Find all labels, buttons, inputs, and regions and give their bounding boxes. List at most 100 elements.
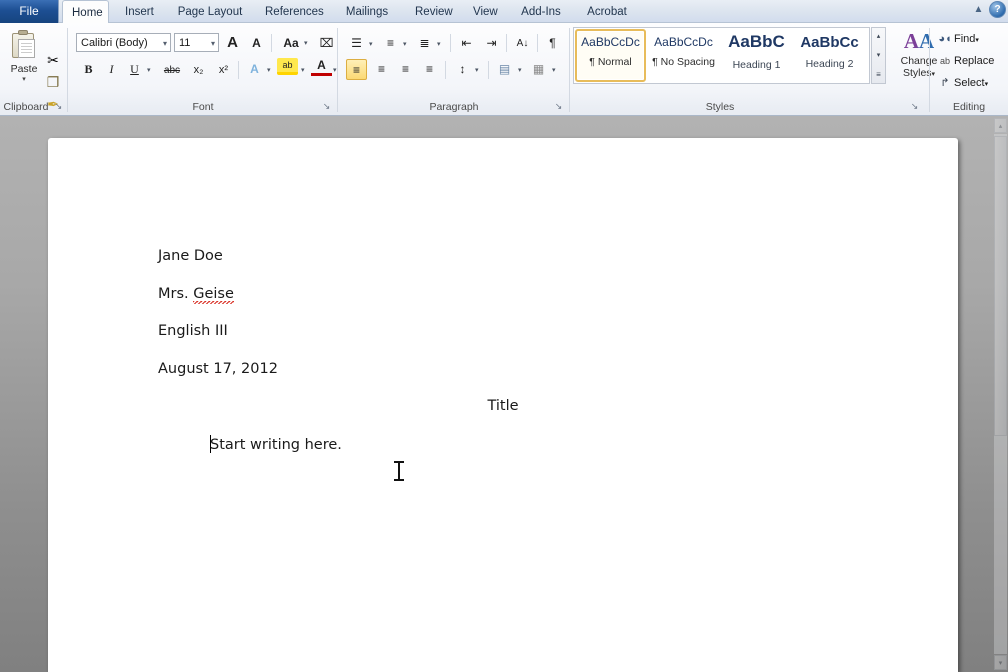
shrink-font-button[interactable]: A bbox=[246, 33, 267, 54]
tab-review[interactable]: Review bbox=[406, 0, 458, 23]
sort-button[interactable]: A↓ bbox=[512, 33, 533, 54]
italic-button[interactable]: I bbox=[101, 59, 122, 80]
highlight-color-button[interactable]: ab bbox=[277, 58, 298, 75]
font-dialog-launcher[interactable]: ↘ bbox=[321, 101, 332, 112]
shading-button[interactable]: ▤ bbox=[494, 59, 515, 80]
vertical-scrollbar[interactable]: ▴ ▾ bbox=[994, 118, 1007, 670]
underline-button[interactable]: U bbox=[124, 59, 145, 80]
style-normal-sample: AaBbCcDc bbox=[581, 35, 640, 49]
scroll-up-arrow[interactable]: ▴ bbox=[994, 118, 1007, 133]
style-heading-2[interactable]: AaBbCc Heading 2 bbox=[794, 29, 865, 82]
highlight-dropdown-arrow[interactable]: ▾ bbox=[301, 66, 305, 74]
styles-gallery-scroll[interactable]: ▴ ▾ ≡ bbox=[871, 27, 886, 84]
bold-icon: B bbox=[84, 62, 93, 76]
align-right-button[interactable]: ≡ bbox=[395, 59, 416, 80]
justify-button[interactable]: ≡ bbox=[419, 59, 440, 80]
style-heading-1-sample: AaBbC bbox=[728, 32, 785, 51]
tab-file[interactable]: File bbox=[0, 0, 59, 23]
align-left-button[interactable]: ≡ bbox=[346, 59, 367, 80]
group-label-font: Font bbox=[192, 101, 214, 113]
multilevel-list-button[interactable]: ≣ bbox=[414, 33, 435, 54]
styles-dialog-launcher[interactable]: ↘ bbox=[909, 101, 920, 112]
strikethrough-button[interactable]: abc bbox=[157, 60, 187, 81]
tab-home[interactable]: Home bbox=[62, 0, 109, 24]
replace-button[interactable]: ab Replace bbox=[936, 51, 994, 71]
style-no-spacing-sample: AaBbCcDc bbox=[654, 35, 713, 49]
change-case-dropdown-arrow[interactable]: ▾ bbox=[304, 39, 308, 47]
styles-more-button[interactable]: ≡ bbox=[872, 66, 885, 84]
align-center-button[interactable]: ≡ bbox=[371, 59, 392, 80]
bold-button[interactable]: B bbox=[78, 59, 99, 80]
multilevel-list-icon: ≣ bbox=[419, 36, 430, 50]
tab-mailings[interactable]: Mailings bbox=[336, 0, 398, 23]
numbering-dropdown-arrow[interactable]: ▾ bbox=[403, 40, 407, 48]
doc-line-date: August 17, 2012 bbox=[158, 361, 278, 377]
subscript-button[interactable]: x₂ bbox=[188, 60, 209, 81]
text-effects-dropdown-arrow[interactable]: ▾ bbox=[267, 66, 271, 74]
align-right-icon: ≡ bbox=[401, 62, 409, 76]
text-effects-button[interactable]: A bbox=[244, 59, 265, 80]
font-size-combo[interactable]: 11 ▾ bbox=[174, 33, 219, 52]
replace-icon: ab bbox=[939, 56, 950, 66]
style-no-spacing[interactable]: AaBbCcDc ¶ No Spacing bbox=[648, 29, 719, 82]
chevron-down-icon[interactable]: ▾ bbox=[211, 34, 215, 53]
align-left-icon: ≡ bbox=[352, 63, 360, 77]
tab-acrobat[interactable]: Acrobat bbox=[578, 0, 636, 23]
help-question-icon[interactable]: ? bbox=[989, 1, 1006, 18]
clipboard-dialog-launcher[interactable]: ↘ bbox=[53, 101, 64, 112]
cut-button[interactable]: ✂ bbox=[42, 49, 64, 71]
tab-references[interactable]: References bbox=[256, 0, 328, 23]
styles-gallery[interactable]: AaBbCcDc ¶ Normal AaBbCcDc ¶ No Spacing … bbox=[573, 27, 870, 84]
shading-dropdown-arrow[interactable]: ▾ bbox=[518, 66, 522, 74]
find-dropdown-arrow[interactable]: ▾ bbox=[975, 37, 979, 44]
chevron-down-icon[interactable]: ▾ bbox=[163, 34, 167, 53]
borders-button[interactable]: ▦ bbox=[528, 59, 549, 80]
numbering-button[interactable]: ≡ bbox=[380, 33, 401, 54]
line-spacing-button[interactable]: ↕ bbox=[452, 59, 473, 80]
show-formatting-marks-button[interactable]: ¶ bbox=[542, 33, 563, 54]
tab-insert[interactable]: Insert bbox=[116, 0, 162, 23]
increase-indent-button[interactable]: ⇥ bbox=[481, 33, 502, 54]
underline-dropdown-arrow[interactable]: ▾ bbox=[147, 66, 151, 74]
tab-view[interactable]: View bbox=[464, 0, 506, 23]
font-name-value: Calibri (Body) bbox=[81, 37, 148, 49]
paste-button[interactable]: Paste ▾ bbox=[5, 27, 43, 99]
multilevel-dropdown-arrow[interactable]: ▾ bbox=[437, 40, 441, 48]
change-case-button[interactable]: Aa bbox=[276, 33, 306, 54]
tab-page-layout[interactable]: Page Layout bbox=[168, 0, 252, 23]
font-name-combo[interactable]: Calibri (Body) ▾ bbox=[76, 33, 171, 52]
paste-dropdown-arrow[interactable]: ▾ bbox=[5, 75, 43, 83]
copy-button[interactable]: ❐ bbox=[42, 71, 64, 93]
italic-icon: I bbox=[109, 62, 114, 76]
select-button[interactable]: ↱ Select▾ bbox=[936, 73, 988, 93]
line-spacing-dropdown-arrow[interactable]: ▾ bbox=[475, 66, 479, 74]
style-heading-1[interactable]: AaBbC Heading 1 bbox=[721, 29, 792, 82]
style-normal[interactable]: AaBbCcDc ¶ Normal bbox=[575, 29, 646, 82]
clear-formatting-button[interactable]: ⌧ bbox=[316, 33, 337, 54]
select-label: Select bbox=[954, 77, 985, 89]
style-heading-1-label: Heading 1 bbox=[732, 59, 781, 71]
decrease-indent-button[interactable]: ⇤ bbox=[456, 33, 477, 54]
doc-line-course: English III bbox=[158, 323, 228, 339]
font-color-button[interactable]: A bbox=[311, 58, 332, 76]
tab-add-ins[interactable]: Add-Ins bbox=[512, 0, 570, 23]
styles-scroll-up-arrow[interactable]: ▴ bbox=[872, 28, 885, 46]
find-button[interactable]: ◕◖ Find▾ bbox=[936, 29, 979, 49]
select-dropdown-arrow[interactable]: ▾ bbox=[985, 81, 989, 88]
scrollbar-thumb[interactable] bbox=[994, 136, 1007, 436]
scroll-down-arrow[interactable]: ▾ bbox=[994, 655, 1007, 670]
copy-icon: ❐ bbox=[46, 74, 60, 90]
document-page[interactable]: Jane Doe Mrs. Geise English III August 1… bbox=[48, 138, 958, 672]
text-caret bbox=[210, 435, 211, 453]
borders-icon: ▦ bbox=[532, 62, 545, 76]
binoculars-icon: ◕◖ bbox=[938, 33, 952, 45]
bullets-dropdown-arrow[interactable]: ▾ bbox=[369, 40, 373, 48]
borders-dropdown-arrow[interactable]: ▾ bbox=[552, 66, 556, 74]
grow-font-button[interactable]: A bbox=[222, 32, 243, 53]
chevron-up-icon[interactable]: ▲ bbox=[971, 2, 986, 17]
font-color-dropdown-arrow[interactable]: ▾ bbox=[333, 66, 337, 74]
superscript-button[interactable]: x² bbox=[213, 60, 234, 81]
bullets-button[interactable]: ☰ bbox=[346, 33, 367, 54]
styles-scroll-down-arrow[interactable]: ▾ bbox=[872, 47, 885, 65]
group-label-paragraph: Paragraph bbox=[429, 101, 479, 113]
